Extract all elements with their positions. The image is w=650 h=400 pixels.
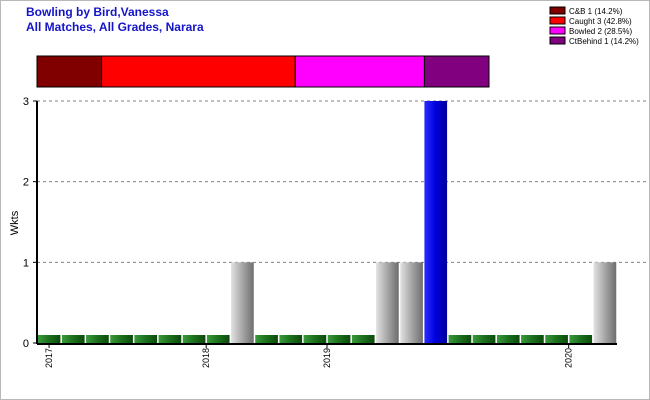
legend-swatch-2 (549, 26, 566, 35)
legend-swatch-1 (549, 16, 566, 25)
bar (472, 335, 496, 343)
x-tick-label: 2019 (322, 348, 332, 368)
bar (593, 262, 617, 343)
x-tick-label: 2017 (44, 348, 54, 368)
bar (255, 335, 278, 343)
bar (206, 335, 230, 343)
grid-lines (37, 100, 649, 263)
legend-label-3: CtBehind 1 (14.2%) (569, 37, 639, 46)
legend-swatch-3 (549, 36, 566, 45)
x-tick-label: 2018 (201, 348, 211, 368)
dismissal-strip (36, 55, 490, 88)
dismissal-segment-3 (423, 55, 490, 88)
bar (424, 101, 448, 343)
axes: 0 1 2 3 Wkts 2017 2018 2019 2020 (9, 96, 617, 368)
bar (448, 335, 472, 343)
bar (279, 335, 303, 343)
bar (86, 335, 109, 343)
bar (569, 335, 593, 343)
bar (400, 262, 423, 343)
y-tick-label: 0 (23, 338, 29, 350)
legend-label-1: Caught 3 (42.8%) (569, 17, 632, 26)
bar (496, 335, 520, 343)
dismissal-segment-2 (294, 55, 425, 88)
bar (158, 335, 182, 343)
bar (303, 335, 327, 343)
dismissal-segment-1 (101, 55, 296, 88)
y-tick-label: 3 (23, 96, 29, 108)
bar (376, 262, 399, 343)
bar (351, 335, 375, 343)
bar (182, 335, 206, 343)
bar (545, 335, 568, 343)
bar (37, 335, 61, 343)
legend-label-2: Bowled 2 (28.5%) (569, 27, 632, 36)
bar (521, 335, 544, 343)
y-tick-label: 1 (23, 257, 29, 269)
legend-label-0: C&B 1 (14.2%) (569, 7, 623, 16)
chart-area: 0 1 2 3 Wkts 2017 2018 2019 2020 C&B 1 (14.2%)Ca… (9, 6, 649, 368)
legend-swatch-0 (549, 6, 566, 15)
bar (134, 335, 158, 343)
dismissal-segment-0 (36, 55, 103, 88)
bars (37, 101, 617, 343)
bar (61, 335, 85, 343)
bar (110, 335, 133, 343)
bar (327, 335, 351, 343)
x-tick-label: 2020 (564, 348, 574, 368)
legend: C&B 1 (14.2%)Caught 3 (42.8%)Bowled 2 (2… (549, 6, 639, 46)
bar (231, 262, 254, 343)
y-axis-label: Wkts (9, 210, 21, 235)
y-tick-label: 2 (23, 177, 29, 189)
